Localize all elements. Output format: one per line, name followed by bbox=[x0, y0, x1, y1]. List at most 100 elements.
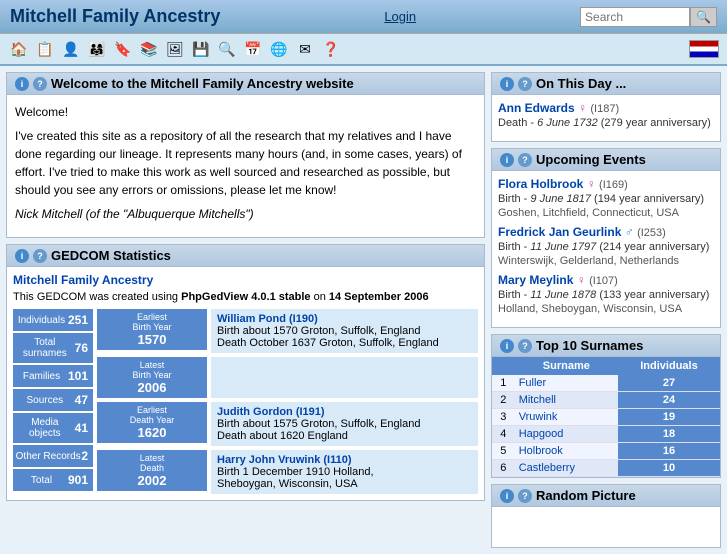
table-row: 1 Fuller 27 bbox=[492, 375, 720, 392]
on-this-day-header: i ? On This Day ... bbox=[492, 73, 720, 95]
search-tool-icon[interactable]: 🔍 bbox=[216, 38, 238, 60]
search-area: 🔍 bbox=[580, 7, 717, 27]
ann-edwards-gender: ♀ bbox=[578, 101, 587, 115]
upcoming-help-icon[interactable]: ? bbox=[518, 153, 532, 167]
source-icon[interactable]: 🔖 bbox=[112, 38, 134, 60]
on-this-day-title: On This Day ... bbox=[536, 76, 626, 91]
welcome-greeting: Welcome! bbox=[15, 103, 476, 121]
random-help-icon[interactable]: ? bbox=[518, 489, 532, 503]
record-latest-birth: Latest Birth Year 2006 bbox=[97, 357, 478, 398]
calendar-icon[interactable]: 📅 bbox=[242, 38, 264, 60]
surnames-info-icon[interactable]: i bbox=[500, 339, 514, 353]
home-icon[interactable]: 🏠 bbox=[8, 38, 30, 60]
gedcom-stats: Individuals 251 Total surnames 76 Famili… bbox=[13, 309, 93, 494]
gedcom-info-icon[interactable]: i bbox=[15, 249, 29, 263]
upcoming-entry-1: Fredrick Jan Geurlink ♂ (I253) Birth - 1… bbox=[498, 225, 718, 267]
welcome-title: Welcome to the Mitchell Family Ancestry … bbox=[51, 76, 354, 91]
welcome-signature: Nick Mitchell (of the "Albuquerque Mitch… bbox=[15, 205, 476, 223]
random-picture-panel: i ? Random Picture bbox=[491, 484, 721, 548]
surnames-table: Surname Individuals 1 Fuller 27 2 Mitche… bbox=[492, 357, 720, 477]
upcoming-entry-0: Flora Holbrook ♀ (I169) Birth - 9 June 1… bbox=[498, 177, 718, 219]
save-icon[interactable]: 💾 bbox=[190, 38, 212, 60]
on-this-day-panel: i ? On This Day ... Ann Edwards ♀ (I187)… bbox=[491, 72, 721, 142]
random-header: i ? Random Picture bbox=[492, 485, 720, 507]
stat-individuals: Individuals 251 bbox=[13, 309, 93, 331]
fredrick-geurlink-gender: ♂ bbox=[625, 225, 634, 239]
harry-vruwink-link[interactable]: Harry John Vruwink (I110) bbox=[217, 454, 352, 466]
table-row: 4 Hapgood 18 bbox=[492, 426, 720, 443]
stat-families: Families 101 bbox=[13, 365, 93, 387]
latest-birth-detail bbox=[211, 357, 478, 398]
earliest-death-detail: Judith Gordon (I191) Birth about 1575 Gr… bbox=[211, 402, 478, 446]
help-icon[interactable]: ❓ bbox=[320, 38, 342, 60]
flora-holbrook-link[interactable]: Flora Holbrook bbox=[498, 177, 583, 191]
mary-meylink-link[interactable]: Mary Meylink bbox=[498, 273, 573, 287]
welcome-text1: I've created this site as a repository o… bbox=[15, 127, 476, 199]
top10-surnames-panel: i ? Top 10 Surnames Surname Individuals bbox=[491, 334, 721, 478]
gedcom-records: Earliest Birth Year 1570 William Pond (I… bbox=[97, 309, 478, 494]
person-icon[interactable]: 👤 bbox=[60, 38, 82, 60]
right-column: i ? On This Day ... Ann Edwards ♀ (I187)… bbox=[491, 72, 721, 548]
flag-icon[interactable] bbox=[689, 40, 719, 58]
header: Mitchell Family Ancestry Login 🔍 bbox=[0, 0, 727, 33]
on-this-day-info-icon[interactable]: i bbox=[500, 77, 514, 91]
judith-gordon-link[interactable]: Judith Gordon (I191) bbox=[217, 406, 325, 418]
stat-media: Media objects 41 bbox=[13, 413, 93, 443]
gedcom-title: GEDCOM Statistics bbox=[51, 248, 171, 263]
repo-icon[interactable]: 📚 bbox=[138, 38, 160, 60]
random-title: Random Picture bbox=[536, 488, 636, 503]
left-column: i ? Welcome to the Mitchell Family Ances… bbox=[6, 72, 485, 548]
welcome-panel: i ? Welcome to the Mitchell Family Ances… bbox=[6, 72, 485, 238]
individuals-col-header: Individuals bbox=[618, 357, 720, 375]
earliest-birth-detail: William Pond (I190) Birth about 1570 Gro… bbox=[211, 309, 478, 353]
random-info-icon[interactable]: i bbox=[500, 489, 514, 503]
upcoming-events-panel: i ? Upcoming Events Flora Holbrook ♀ (I1… bbox=[491, 148, 721, 328]
search-input[interactable] bbox=[580, 7, 690, 27]
ann-edwards-link[interactable]: Ann Edwards bbox=[498, 101, 575, 115]
list-icon[interactable]: 📋 bbox=[34, 38, 56, 60]
record-latest-death: Latest Death 2002 Harry John Vruwink (I1… bbox=[97, 450, 478, 494]
record-earliest-death: Earliest Death Year 1620 Judith Gordon (… bbox=[97, 402, 478, 446]
rank-col-header bbox=[492, 357, 515, 375]
gedcom-help-icon[interactable]: ? bbox=[33, 249, 47, 263]
welcome-body: Welcome! I've created this site as a rep… bbox=[7, 95, 484, 237]
upcoming-info-icon[interactable]: i bbox=[500, 153, 514, 167]
table-row: 2 Mitchell 24 bbox=[492, 392, 720, 409]
toolbar: 🏠 📋 👤 👨‍👩‍👧 🔖 📚 🖼 💾 🔍 📅 🌐 ✉ ❓ bbox=[0, 33, 727, 66]
latest-birth-label: Latest Birth Year 2006 bbox=[97, 357, 207, 398]
search-button[interactable]: 🔍 bbox=[690, 7, 717, 27]
table-row: 3 Vruwink 19 bbox=[492, 409, 720, 426]
fredrick-geurlink-link[interactable]: Fredrick Jan Geurlink bbox=[498, 225, 621, 239]
william-pond-link[interactable]: William Pond (I190) bbox=[217, 313, 318, 325]
upcoming-body: Flora Holbrook ♀ (I169) Birth - 9 June 1… bbox=[492, 171, 720, 327]
surname-col-header: Surname bbox=[515, 357, 618, 375]
record-earliest-birth: Earliest Birth Year 1570 William Pond (I… bbox=[97, 309, 478, 353]
media-icon[interactable]: 🖼 bbox=[164, 38, 186, 60]
on-this-day-help-icon[interactable]: ? bbox=[518, 77, 532, 91]
family-icon[interactable]: 👨‍👩‍👧 bbox=[86, 38, 108, 60]
stat-other: Other Records 2 bbox=[13, 445, 93, 467]
latest-death-detail: Harry John Vruwink (I110) Birth 1 Decemb… bbox=[211, 450, 478, 494]
gedcom-description: This GEDCOM was created using PhpGedView… bbox=[13, 291, 478, 303]
upcoming-title: Upcoming Events bbox=[536, 152, 646, 167]
table-row: 6 Castleberry 10 bbox=[492, 460, 720, 477]
help-circle-icon[interactable]: ? bbox=[33, 77, 47, 91]
on-this-day-body: Ann Edwards ♀ (I187) Death - 6 June 1732… bbox=[492, 95, 720, 141]
flora-holbrook-gender: ♀ bbox=[587, 177, 596, 191]
stat-total: Total 901 bbox=[13, 469, 93, 491]
table-row: 5 Holbrook 16 bbox=[492, 443, 720, 460]
map-icon[interactable]: 🌐 bbox=[268, 38, 290, 60]
gedcom-panel: i ? GEDCOM Statistics Mitchell Family An… bbox=[6, 244, 485, 501]
login-link[interactable]: Login bbox=[384, 9, 416, 24]
upcoming-header: i ? Upcoming Events bbox=[492, 149, 720, 171]
email-icon[interactable]: ✉ bbox=[294, 38, 316, 60]
info-icon[interactable]: i bbox=[15, 77, 29, 91]
main-content: i ? Welcome to the Mitchell Family Ances… bbox=[0, 66, 727, 554]
gedcom-site-title: Mitchell Family Ancestry bbox=[13, 273, 478, 287]
gedcom-grid: Individuals 251 Total surnames 76 Famili… bbox=[13, 309, 478, 494]
stat-sources: Sources 47 bbox=[13, 389, 93, 411]
surnames-help-icon[interactable]: ? bbox=[518, 339, 532, 353]
mary-meylink-gender: ♀ bbox=[577, 273, 586, 287]
gedcom-panel-header: i ? GEDCOM Statistics bbox=[7, 245, 484, 267]
stat-surnames: Total surnames 76 bbox=[13, 333, 93, 363]
